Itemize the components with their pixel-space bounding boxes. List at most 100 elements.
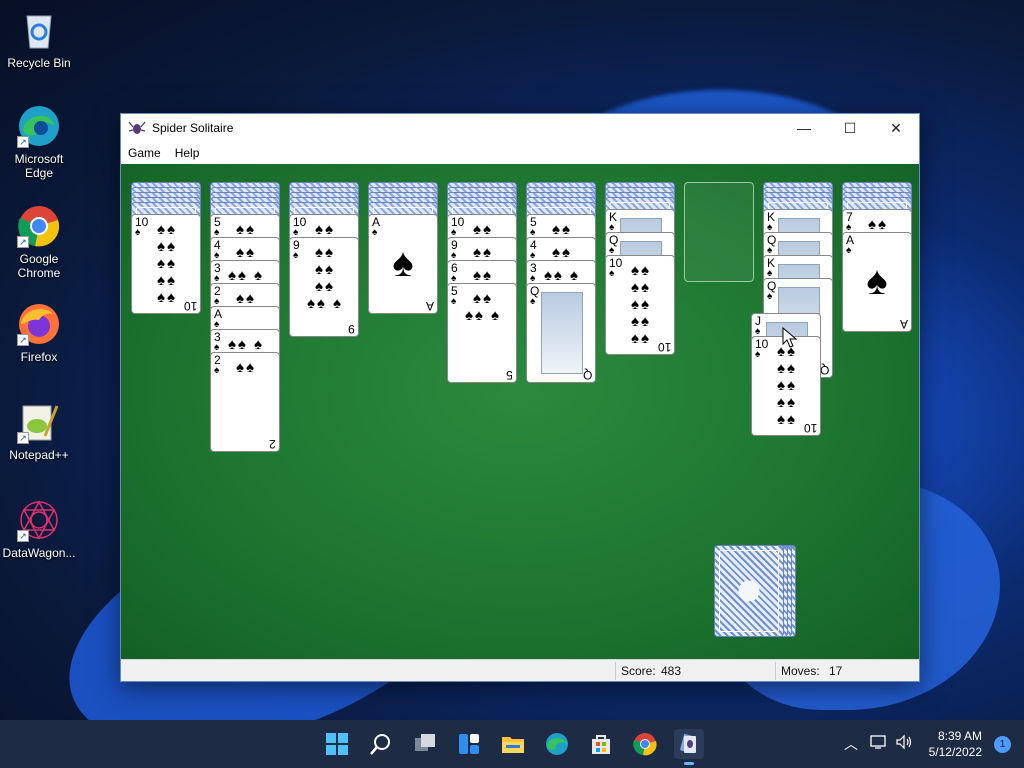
datawagon-icon: ↗ bbox=[17, 498, 61, 542]
chevron-up-icon[interactable]: ︿ bbox=[844, 734, 858, 754]
card-rank-bottom: 5 bbox=[506, 368, 513, 382]
desktop-icon-label: Recycle Bin bbox=[7, 56, 71, 70]
spade-icon: ♠ bbox=[392, 241, 414, 285]
edge-icon[interactable] bbox=[542, 729, 572, 759]
active-indicator bbox=[684, 762, 694, 765]
desktop-icon-notepad-plus-plus[interactable]: ↗ Notepad++ bbox=[2, 400, 76, 462]
card-rank-bottom: A bbox=[899, 317, 908, 331]
card-rank-bottom: 2 bbox=[269, 437, 276, 451]
status-divider bbox=[615, 662, 616, 680]
spade-icon: ♠ bbox=[293, 250, 299, 261]
spade-icon: ♠ bbox=[214, 365, 220, 376]
score-value: 483 bbox=[661, 664, 682, 678]
stock-card[interactable] bbox=[714, 545, 784, 637]
face-card-art bbox=[541, 292, 583, 374]
empty-column-slot[interactable] bbox=[684, 182, 754, 282]
spade-icon: ♠ bbox=[767, 291, 773, 302]
card-pips: ♠♠ bbox=[236, 359, 256, 376]
desktop-icon-chrome[interactable]: ↗ Google Chrome bbox=[2, 204, 76, 280]
card-pips: ♠♠ ♠♠ ♠♠ ♠♠ ♠♠ bbox=[157, 221, 177, 306]
chrome-icon[interactable] bbox=[630, 729, 660, 759]
network-icon[interactable] bbox=[870, 734, 888, 753]
spider-solitaire-icon[interactable] bbox=[674, 729, 704, 765]
playing-card[interactable]: Q♠Q bbox=[526, 283, 596, 383]
card-pips: ♠♠ ♠♠ ♠ bbox=[464, 290, 502, 324]
playing-card[interactable]: 5♠♠♠ ♠♠ ♠5 bbox=[447, 283, 517, 383]
notepad-plus-plus-icon: ↗ bbox=[17, 400, 61, 444]
spade-icon: ♠ bbox=[451, 296, 457, 307]
card-pips: ♠♠ ♠♠ ♠♠ ♠♠ ♠♠ bbox=[777, 343, 797, 428]
file-explorer-icon[interactable] bbox=[498, 729, 528, 759]
window-title: Spider Solitaire bbox=[152, 121, 234, 135]
card-rank-bottom: 10 bbox=[657, 340, 671, 354]
task-view-icon[interactable] bbox=[410, 729, 440, 759]
playing-card[interactable]: A♠♠A bbox=[368, 214, 438, 314]
spade-icon: ♠ bbox=[372, 227, 378, 238]
card-rank-bottom: A bbox=[425, 299, 434, 313]
shortcut-arrow-icon: ↗ bbox=[17, 334, 29, 346]
shortcut-arrow-icon: ↗ bbox=[17, 530, 29, 542]
shortcut-arrow-icon: ↗ bbox=[17, 136, 29, 148]
taskbar-clock[interactable]: 8:39 AM 5/12/2022 bbox=[929, 728, 982, 760]
status-divider bbox=[775, 662, 776, 680]
card-pips: ♠♠ ♠♠ ♠♠ ♠♠ ♠♠ bbox=[631, 262, 651, 347]
mouse-cursor-icon bbox=[782, 327, 798, 348]
desktop-icon-edge[interactable]: ↗ Microsoft Edge bbox=[2, 104, 76, 180]
playing-card[interactable]: 10♠♠♠ ♠♠ ♠♠ ♠♠ ♠♠ 10 bbox=[605, 255, 675, 355]
minimize-button[interactable]: — bbox=[781, 114, 827, 142]
playing-card[interactable]: 10♠♠♠ ♠♠ ♠♠ ♠♠ ♠♠ 10 bbox=[131, 214, 201, 314]
shortcut-arrow-icon: ↗ bbox=[17, 432, 29, 444]
recycle-bin-icon bbox=[17, 8, 61, 52]
spade-icon: ♠ bbox=[609, 268, 615, 279]
moves-label: Moves: bbox=[781, 664, 820, 678]
desktop-icon-label: DataWagon... bbox=[2, 546, 76, 560]
game-table[interactable]: 10♠♠♠ ♠♠ ♠♠ ♠♠ ♠♠ 105♠♠♠ ♠♠ ♠54♠♠♠ ♠♠ 43… bbox=[121, 164, 919, 660]
spider-solitaire-window: Spider Solitaire — ☐ ✕ Game Help 10 ♠ ♠♠ ♠… bbox=[120, 113, 920, 682]
playing-card[interactable]: 9♠♠♠ ♠♠ ♠♠ ♠♠ ♠9 bbox=[289, 237, 359, 337]
spade-icon: ♠ bbox=[866, 259, 888, 303]
playing-card[interactable]: 2♠♠♠ 2 bbox=[210, 352, 280, 452]
desktop-icon-label: Google Chrome bbox=[17, 252, 61, 280]
card-rank-bottom: Q bbox=[582, 368, 592, 382]
desktop-icon-label: Notepad++ bbox=[9, 448, 69, 462]
card-rank-bottom: 9 bbox=[348, 322, 355, 336]
taskbar: ︿ 8:39 AM 5/12/2022 1 bbox=[0, 720, 1024, 768]
spade-icon: ♠ bbox=[135, 227, 141, 238]
spider-app-icon bbox=[128, 121, 146, 134]
status-bar: Score: 483 Moves: 17 bbox=[121, 659, 919, 681]
desktop-icon-firefox[interactable]: ↗ Firefox bbox=[2, 302, 76, 364]
menu-bar: Game Help bbox=[121, 142, 919, 164]
widgets-icon[interactable] bbox=[454, 729, 484, 759]
title-bar[interactable]: Spider Solitaire — ☐ ✕ bbox=[121, 114, 919, 142]
windows-start-icon[interactable] bbox=[322, 729, 352, 759]
chrome-icon: ↗ bbox=[17, 204, 61, 248]
edge-icon: ↗ bbox=[17, 104, 61, 148]
playing-card[interactable]: 10♠♠♠ ♠♠ ♠♠ ♠♠ ♠♠ 10 bbox=[751, 336, 821, 436]
spade-icon: ♠ bbox=[755, 349, 761, 360]
spade-icon: ♠ bbox=[846, 245, 852, 256]
card-rank-bottom: 10 bbox=[803, 421, 817, 435]
card-pips: ♠♠ ♠♠ ♠♠ ♠♠ ♠ bbox=[306, 244, 344, 312]
desktop-icon-recycle-bin[interactable]: Recycle Bin bbox=[2, 8, 76, 70]
spade-icon: ♠ bbox=[530, 296, 536, 307]
playing-card[interactable]: A♠♠A bbox=[842, 232, 912, 332]
shortcut-arrow-icon: ↗ bbox=[17, 236, 29, 248]
desktop-icon-label: Firefox bbox=[20, 350, 58, 364]
desktop-icon-datawagon[interactable]: ↗ DataWagon... bbox=[2, 498, 76, 560]
menu-game[interactable]: Game bbox=[121, 146, 168, 160]
clock-time: 8:39 AM bbox=[937, 729, 982, 743]
card-rank-bottom: 10 bbox=[183, 299, 197, 313]
firefox-icon: ↗ bbox=[17, 302, 61, 346]
clock-date: 5/12/2022 bbox=[928, 745, 982, 759]
card-rank-bottom: Q bbox=[819, 363, 829, 377]
notification-badge[interactable]: 1 bbox=[994, 736, 1011, 753]
maximize-button[interactable]: ☐ bbox=[827, 114, 873, 142]
close-button[interactable]: ✕ bbox=[873, 114, 919, 142]
menu-help[interactable]: Help bbox=[168, 146, 207, 160]
score-label: Score: bbox=[621, 664, 656, 678]
search-icon[interactable] bbox=[366, 729, 396, 759]
store-icon[interactable] bbox=[586, 729, 616, 759]
moves-value: 17 bbox=[829, 664, 843, 678]
desktop-icon-label: Microsoft Edge bbox=[14, 152, 64, 180]
volume-icon[interactable] bbox=[895, 734, 913, 753]
